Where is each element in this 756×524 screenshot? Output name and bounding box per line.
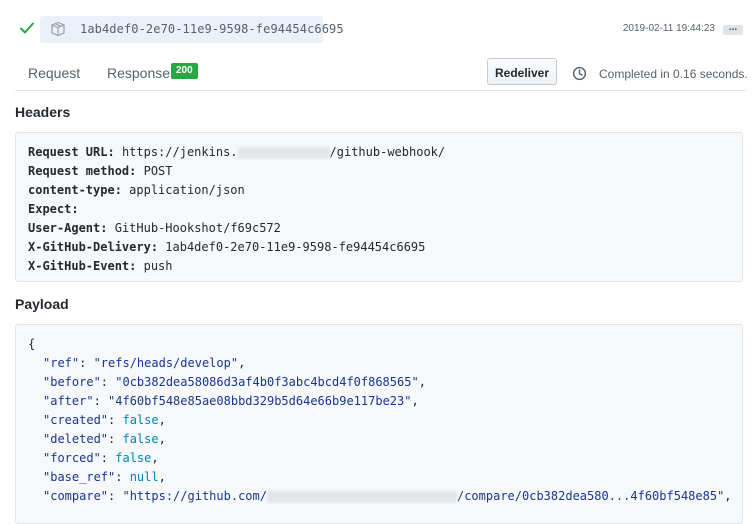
payload-key: "deleted" xyxy=(43,432,109,446)
payload-value: "refs/heads/develop" xyxy=(93,356,239,370)
header-line-delivery: X-GitHub-Delivery: 1ab4def0-2e70-11e9-95… xyxy=(28,240,425,254)
payload-line-after: "after": "4f60bf548e85ae08bbd329b5d64e66… xyxy=(43,394,419,408)
delivery-guid-pill[interactable]: 1ab4def0-2e70-11e9-9598-fe94454c6695 xyxy=(40,16,344,43)
redacted-repository xyxy=(266,490,457,503)
header-value: 1ab4def0-2e70-11e9-9598-fe94454c6695 xyxy=(165,240,426,254)
header-line-request-url: Request URL: https://jenkins. /github-web… xyxy=(28,145,445,159)
header-value: POST xyxy=(143,164,173,178)
payload-key: "forced" xyxy=(43,451,101,465)
payload-value-prefix: "https://github.com/ xyxy=(122,489,267,503)
header-key: User-Agent: xyxy=(28,221,108,235)
check-icon xyxy=(19,20,35,36)
header-line-method: Request method: POST xyxy=(28,164,173,178)
payload-key: "after" xyxy=(43,394,94,408)
response-status-badge: 200 xyxy=(171,63,198,79)
payload-line-base-ref: "base_ref": null, xyxy=(43,470,166,484)
payload-line-compare: "compare": "https://github.com//compare/… xyxy=(43,489,732,503)
delivery-guid: 1ab4def0-2e70-11e9-9598-fe94454c6695 xyxy=(80,22,344,36)
header-line-expect: Expect: xyxy=(28,202,79,216)
header-value: GitHub-Hookshot/f69c572 xyxy=(114,221,281,235)
header-value-prefix: https://jenkins. xyxy=(121,145,238,159)
redeliver-button[interactable]: Redeliver xyxy=(487,58,557,85)
header-key: X-GitHub-Delivery: xyxy=(28,240,159,254)
headers-block: Request URL: https://jenkins. /github-web… xyxy=(15,132,743,282)
clock-icon xyxy=(572,66,587,81)
header-line-event: X-GitHub-Event: push xyxy=(28,259,173,273)
header-key: Expect: xyxy=(28,202,79,216)
payload-line-before: "before": "0cb382dea58086d3af4b0f3abc4bc… xyxy=(43,375,426,389)
payload-value: null xyxy=(129,470,159,484)
payload-line-created: "created": false, xyxy=(43,413,166,427)
payload-key: "before" xyxy=(43,375,101,389)
payload-open-brace: { xyxy=(28,337,36,351)
header-key: X-GitHub-Event: xyxy=(28,259,137,273)
header-line-content-type: content-type: application/json xyxy=(28,183,245,197)
payload-block: { "ref": "refs/heads/develop", "before":… xyxy=(15,324,743,524)
tab-request[interactable]: Request xyxy=(28,65,80,81)
delivery-timestamp: 2019-02-11 19:44:23 xyxy=(622,23,715,34)
payload-value: "0cb382dea58086d3af4b0f3abc4bcd4f0f86856… xyxy=(115,375,419,389)
header-key: content-type: xyxy=(28,183,122,197)
header-key: Request method: xyxy=(28,164,137,178)
payload-key: "base_ref" xyxy=(43,470,116,484)
header-key: Request URL: xyxy=(28,145,115,159)
header-line-user-agent: User-Agent: GitHub-Hookshot/f69c572 xyxy=(28,221,281,235)
box-icon xyxy=(50,21,66,37)
redacted-hostname xyxy=(237,146,330,159)
payload-value: false xyxy=(122,432,159,446)
payload-value-suffix: /compare/0cb382dea580...4f60bf548e85" xyxy=(456,489,725,503)
delivery-tabs: Request Response 200 Redeliver Completed… xyxy=(15,55,748,91)
payload-value: false xyxy=(122,413,159,427)
completion-time: Completed in 0.16 seconds. xyxy=(599,67,748,81)
delivery-row[interactable]: 1ab4def0-2e70-11e9-9598-fe94454c6695 201… xyxy=(0,0,756,60)
payload-line-ref: "ref": "refs/heads/develop", xyxy=(43,356,246,370)
header-value-suffix: /github-webhook/ xyxy=(329,145,446,159)
payload-line-forced: "forced": false, xyxy=(43,451,159,465)
payload-value: false xyxy=(115,451,152,465)
payload-heading: Payload xyxy=(15,296,69,312)
header-value: push xyxy=(143,259,173,273)
headers-heading: Headers xyxy=(15,104,71,120)
more-options-button[interactable]: ... xyxy=(723,23,743,35)
payload-line-deleted: "deleted": false, xyxy=(43,432,166,446)
payload-key: "created" xyxy=(43,413,109,427)
tab-response[interactable]: Response xyxy=(107,65,170,81)
payload-value: "4f60bf548e85ae08bbd329b5d64e66b9e117be2… xyxy=(108,394,412,408)
payload-key: "ref" xyxy=(43,356,80,370)
header-value: application/json xyxy=(129,183,245,197)
payload-key: "compare" xyxy=(43,489,109,503)
